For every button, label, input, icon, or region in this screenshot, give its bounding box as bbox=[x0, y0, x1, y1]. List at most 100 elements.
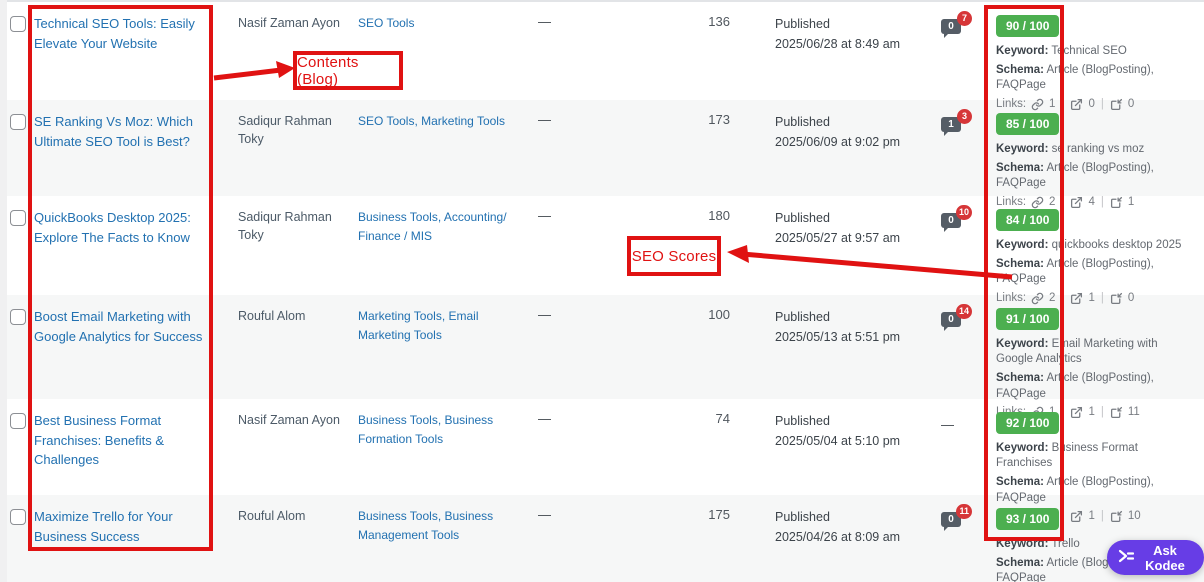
keyword-value: se ranking vs moz bbox=[1051, 143, 1145, 155]
comments-bubble[interactable]: 0 7 bbox=[941, 11, 972, 38]
row-select-checkbox[interactable] bbox=[10, 16, 26, 32]
seo-keyword-line: Keyword: Technical SEO bbox=[996, 44, 1190, 59]
internal-link-icon bbox=[1031, 292, 1044, 305]
category-link[interactable]: SEO Tools bbox=[358, 16, 414, 30]
tags-cell: — bbox=[538, 14, 551, 29]
pending-comments-badge: 11 bbox=[956, 504, 972, 519]
author-link[interactable]: Sadiqur Rahman Toky bbox=[238, 210, 332, 242]
keyword-label: Keyword: bbox=[996, 45, 1049, 57]
seo-schema-line: Schema: Article (BlogPosting), FAQPage bbox=[996, 161, 1190, 191]
comments-bubble[interactable]: 1 3 bbox=[941, 109, 972, 136]
seo-cell: 85 / 100 Keyword: se ranking vs moz Sche… bbox=[996, 112, 1204, 209]
post-status: Published bbox=[775, 211, 830, 225]
comments-bubble[interactable]: 0 14 bbox=[941, 304, 972, 331]
author-link[interactable]: Sadiqur Rahman Toky bbox=[238, 114, 332, 146]
category-link[interactable]: SEO Tools, Marketing Tools bbox=[358, 114, 505, 128]
post-title-link[interactable]: SE Ranking Vs Moz: Which Ultimate SEO To… bbox=[34, 112, 226, 151]
post-title-link[interactable]: Technical SEO Tools: Easily Elevate Your… bbox=[34, 14, 226, 53]
title-cell: SE Ranking Vs Moz: Which Ultimate SEO To… bbox=[34, 112, 226, 151]
seo-schema-line: Schema: Article (BlogPosting), FAQPage bbox=[996, 257, 1190, 287]
title-cell: Technical SEO Tools: Easily Elevate Your… bbox=[34, 14, 226, 53]
tags-cell: — bbox=[538, 411, 551, 426]
comments-cell: — bbox=[941, 411, 981, 434]
links-label: Links: bbox=[996, 292, 1027, 305]
links-separator: | bbox=[1100, 98, 1104, 111]
seo-links-line: Links: 1 | 0 | 0 bbox=[996, 98, 1190, 111]
schema-label: Schema: bbox=[996, 476, 1044, 489]
post-date: 2025/06/28 at 8:49 am bbox=[775, 37, 901, 51]
category-link[interactable]: Marketing Tools, Email Marketing Tools bbox=[358, 309, 479, 342]
incoming-link-icon bbox=[1110, 292, 1123, 305]
comments-bubble[interactable]: 0 10 bbox=[941, 205, 972, 232]
row-select-checkbox[interactable] bbox=[10, 210, 26, 226]
links-separator: | bbox=[1061, 292, 1065, 305]
posts-table-body: Technical SEO Tools: Easily Elevate Your… bbox=[0, 2, 1204, 582]
author-link[interactable]: Nasif Zaman Ayon bbox=[238, 413, 340, 427]
tags-cell: — bbox=[538, 507, 551, 522]
author-link[interactable]: Rouful Alom bbox=[238, 509, 305, 523]
checkbox-cell bbox=[10, 411, 34, 434]
seo-links-line: Links: 2 | 1 | 0 bbox=[996, 292, 1190, 305]
title-cell: Best Business Format Franchises: Benefit… bbox=[34, 411, 226, 470]
post-title-link[interactable]: Best Business Format Franchises: Benefit… bbox=[34, 411, 226, 470]
row-select-checkbox[interactable] bbox=[10, 509, 26, 525]
comment-count: 0 bbox=[948, 215, 954, 226]
author-cell: Sadiqur Rahman Toky bbox=[238, 112, 346, 148]
ask-kodee-button[interactable]: Ask Kodee bbox=[1107, 540, 1204, 575]
author-link[interactable]: Rouful Alom bbox=[238, 309, 305, 323]
seo-score-badge: 84 / 100 bbox=[996, 209, 1060, 231]
categories-cell: Business Tools, Accounting/ Finance / MI… bbox=[358, 208, 526, 245]
post-title-link[interactable]: Boost Email Marketing with Google Analyt… bbox=[34, 307, 226, 346]
row-select-checkbox[interactable] bbox=[10, 309, 26, 325]
links-separator: | bbox=[1100, 292, 1104, 305]
post-row: SE Ranking Vs Moz: Which Ultimate SEO To… bbox=[0, 100, 1204, 208]
links-separator: | bbox=[1100, 196, 1104, 209]
date-cell: Published 2025/05/04 at 5:10 pm bbox=[775, 411, 935, 451]
categories-cell: Business Tools, Business Management Tool… bbox=[358, 507, 526, 544]
count-cell: 175 bbox=[708, 507, 730, 522]
categories-cell: Marketing Tools, Email Marketing Tools bbox=[358, 307, 526, 344]
seo-score-badge: 92 / 100 bbox=[996, 412, 1060, 434]
incoming-link-count: 0 bbox=[1127, 98, 1135, 111]
post-title-link[interactable]: QuickBooks Desktop 2025: Explore The Fac… bbox=[34, 208, 226, 247]
categories-cell: Business Tools, Business Formation Tools bbox=[358, 411, 526, 448]
keyword-label: Keyword: bbox=[996, 338, 1049, 350]
post-date: 2025/04/26 at 8:09 am bbox=[775, 530, 901, 544]
post-status: Published bbox=[775, 414, 830, 428]
external-link-count: 4 bbox=[1088, 196, 1095, 209]
internal-link-icon bbox=[1031, 98, 1044, 111]
author-cell: Rouful Alom bbox=[238, 507, 346, 525]
post-date: 2025/06/09 at 9:02 pm bbox=[775, 135, 901, 149]
categories-cell: SEO Tools bbox=[358, 14, 526, 33]
incoming-link-icon bbox=[1110, 196, 1123, 209]
checkbox-cell bbox=[10, 307, 34, 330]
external-link-count: 1 bbox=[1088, 292, 1095, 305]
post-date: 2025/05/27 at 9:57 am bbox=[775, 231, 901, 245]
seo-cell: 92 / 100 Keyword: Business Format Franch… bbox=[996, 411, 1204, 523]
category-link[interactable]: Business Tools, Business Formation Tools bbox=[358, 413, 493, 446]
links-label: Links: bbox=[996, 196, 1027, 209]
author-cell: Nasif Zaman Ayon bbox=[238, 411, 346, 429]
incoming-link-count: 1 bbox=[1127, 196, 1135, 209]
author-cell: Nasif Zaman Ayon bbox=[238, 14, 346, 32]
post-title-link[interactable]: Maximize Trello for Your Business Succes… bbox=[34, 507, 226, 546]
comments-bubble[interactable]: 0 11 bbox=[941, 504, 972, 531]
kodee-label: Ask Kodee bbox=[1145, 542, 1185, 573]
title-cell: Boost Email Marketing with Google Analyt… bbox=[34, 307, 226, 346]
post-status: Published bbox=[775, 115, 830, 129]
post-row: Best Business Format Franchises: Benefit… bbox=[0, 399, 1204, 522]
row-select-checkbox[interactable] bbox=[10, 413, 26, 429]
comments-cell: 0 7 bbox=[941, 11, 981, 38]
seo-keyword-line: Keyword: quickbooks desktop 2025 bbox=[996, 238, 1190, 253]
keyword-value: quickbooks desktop 2025 bbox=[1051, 239, 1182, 251]
post-row: Maximize Trello for Your Business Succes… bbox=[0, 495, 1204, 582]
schema-label: Schema: bbox=[996, 372, 1044, 385]
links-separator: | bbox=[1061, 98, 1065, 111]
keyword-label: Keyword: bbox=[996, 239, 1049, 251]
author-link[interactable]: Nasif Zaman Ayon bbox=[238, 16, 340, 30]
category-link[interactable]: Business Tools, Accounting/ Finance / MI… bbox=[358, 210, 507, 243]
seo-schema-line: Schema: Article (BlogPosting), FAQPage bbox=[996, 475, 1190, 505]
checkbox-cell bbox=[10, 208, 34, 231]
category-link[interactable]: Business Tools, Business Management Tool… bbox=[358, 509, 493, 542]
row-select-checkbox[interactable] bbox=[10, 114, 26, 130]
